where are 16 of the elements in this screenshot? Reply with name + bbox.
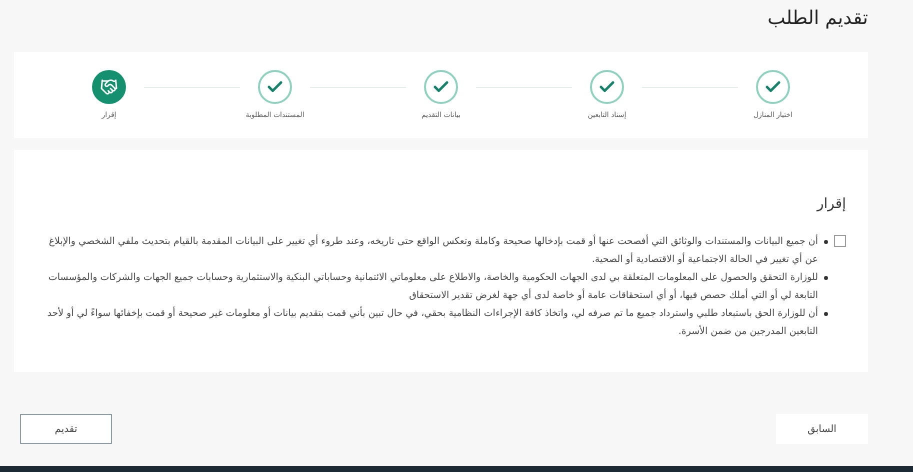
page-title: تقديم الطلب (768, 6, 868, 31)
bullet-icon (824, 312, 828, 316)
declaration-text: للوزارة التحقق والحصول على المعلومات المتعلقة بي لدى الجهات الحكومية والخاصة، والاطلاع على معلوماتي الائتمانية وحساباتي البنكية والاستثمارية وحسابات جميع الجهات والشركات والمؤسسات التابعة لي أو التي أملك حصص فيها، أو أي استحقاقات عامة أو خاصة لدى أي جهة لغرض تقدير الاستحقاق (47, 271, 818, 303)
bullet-icon (824, 240, 828, 244)
agree-checkbox[interactable] (834, 235, 846, 247)
step-handshake-icon (92, 70, 126, 104)
bullet-icon (824, 276, 828, 280)
submit-button[interactable]: تقديم (20, 414, 112, 444)
step-done-icon (756, 70, 790, 104)
declaration-heading: إقرار (815, 195, 846, 214)
previous-button[interactable]: السابق (776, 414, 868, 444)
step-done-icon (258, 70, 292, 104)
declaration-text: أن جميع البيانات والمستندات والوثائق التي أفصحت عنها أو قمت بإدخالها صحيحة وكاملة وتعكس الواقع حتى تاريخه، وعند طروء أي تغيير على البيانات المقدمة بالقيام بتحديث ملفي الشخصي والإبلاغ عن أي تغيير في الحالة الاجتماعية أو الاقتصادية أو الصحية. (48, 234, 818, 267)
step-done-icon (590, 70, 624, 104)
step-done-icon (424, 70, 458, 104)
declaration-text: أن للوزارة الحق باستبعاد طلبي واسترداد جميع ما تم صرفه لي، واتخاذ كافة الإجراءات النظامية بحقي، في حال تبين بأني قمت بتقديم بيانات أو معلومات غير صحيحة أو قمت بإخفائها سواءً لي أو لأحد التابعين المدرجين من ضمن الأسرة. (46, 305, 818, 339)
